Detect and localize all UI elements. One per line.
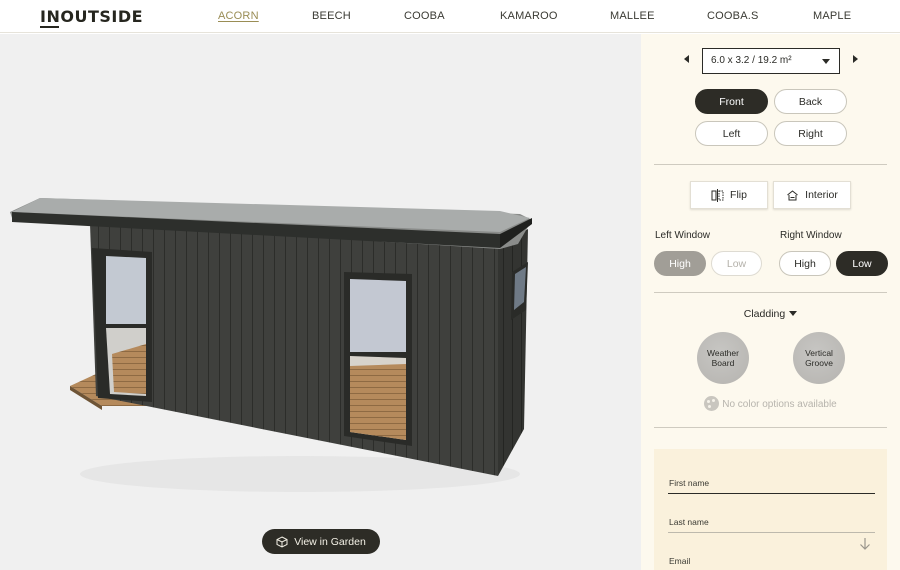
left-window-label: Left Window	[655, 230, 711, 241]
right-window-high-button[interactable]: High	[779, 251, 831, 276]
cladding-weather-board-swatch[interactable]: Weather Board	[697, 332, 749, 384]
configurator-panel: 6.0 x 3.2 / 19.2 m² Front Back Left Righ…	[641, 34, 900, 570]
view-front-button[interactable]: Front	[695, 89, 768, 114]
no-color-notice: No color options available	[641, 396, 900, 411]
size-select[interactable]: 6.0 x 3.2 / 19.2 m²	[702, 48, 840, 74]
top-nav-bar: INOUTSIDE ACORN BEECH COOBA KAMAROO MALL…	[0, 0, 900, 33]
logo[interactable]: INOUTSIDE	[40, 7, 143, 26]
swatch-label: Weather	[707, 348, 739, 358]
caret-down-icon	[789, 311, 798, 316]
cube-icon	[276, 535, 288, 548]
last-name-label: Last name	[669, 517, 709, 527]
no-color-text: No color options available	[722, 399, 837, 410]
interior-button[interactable]: Interior	[773, 181, 851, 209]
divider	[654, 427, 887, 428]
cladding-dropdown[interactable]: Cladding	[641, 308, 900, 320]
palette-icon	[704, 396, 720, 411]
nav-item-maple[interactable]: MAPLE	[813, 10, 851, 22]
next-size-arrow-icon[interactable]	[853, 55, 858, 63]
swatch-label: Board	[711, 358, 735, 368]
3d-viewer[interactable]: View in Garden	[0, 34, 641, 570]
last-name-field[interactable]	[668, 532, 875, 533]
flip-icon	[711, 188, 724, 202]
size-select-value: 6.0 x 3.2 / 19.2 m²	[711, 55, 792, 66]
view-right-button[interactable]: Right	[774, 121, 847, 146]
interior-label: Interior	[805, 189, 838, 201]
email-label: Email	[669, 556, 691, 566]
cladding-label: Cladding	[743, 308, 786, 320]
interior-icon	[787, 189, 798, 200]
first-name-field[interactable]	[668, 493, 875, 494]
cabin-3d-model[interactable]	[0, 34, 641, 570]
view-left-button[interactable]: Left	[695, 121, 768, 146]
divider	[654, 292, 887, 293]
left-window-low-button[interactable]: Low	[711, 251, 762, 276]
swatch-label: Groove	[805, 358, 833, 368]
nav-item-cooba[interactable]: COOBA	[404, 10, 445, 22]
contact-form: First name Last name Email	[654, 449, 887, 570]
arrow-down-icon[interactable]	[859, 537, 871, 551]
right-window-low-button[interactable]: Low	[836, 251, 888, 276]
nav-item-beech[interactable]: BEECH	[312, 10, 351, 22]
flip-label: Flip	[730, 189, 747, 201]
right-window-label: Right Window	[780, 230, 842, 241]
nav-item-kamaroo[interactable]: KAMAROO	[500, 10, 558, 22]
first-name-label: First name	[669, 478, 710, 488]
cladding-vertical-groove-swatch[interactable]: Vertical Groove	[793, 332, 845, 384]
view-in-garden-label: View in Garden	[294, 535, 366, 548]
flip-button[interactable]: Flip	[690, 181, 768, 209]
left-window-high-button[interactable]: High	[654, 251, 706, 276]
chevron-down-icon	[822, 59, 830, 64]
nav-item-mallee[interactable]: MALLEE	[610, 10, 655, 22]
previous-size-arrow-icon[interactable]	[684, 55, 689, 63]
nav-item-cooba-s[interactable]: COOBA.S	[707, 10, 759, 22]
nav-item-acorn[interactable]: ACORN	[218, 10, 259, 22]
view-back-button[interactable]: Back	[774, 89, 847, 114]
divider	[654, 164, 887, 165]
size-row: 6.0 x 3.2 / 19.2 m²	[641, 48, 900, 74]
view-in-garden-button[interactable]: View in Garden	[262, 529, 380, 554]
logo-underline	[40, 26, 59, 28]
swatch-label: Vertical	[805, 348, 833, 358]
